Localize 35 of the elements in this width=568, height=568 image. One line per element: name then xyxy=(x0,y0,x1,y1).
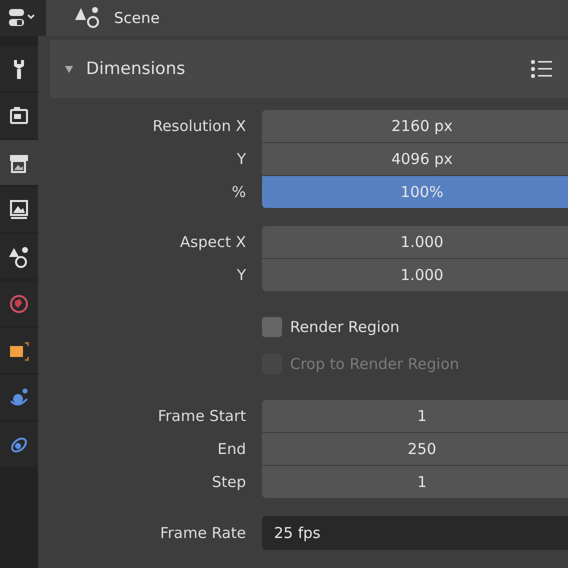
field-label: Y xyxy=(236,150,246,168)
panel-header[interactable]: Dimensions xyxy=(50,40,568,98)
checkbox[interactable] xyxy=(262,317,282,337)
field-label: Y xyxy=(236,266,246,284)
field-label: Frame Rate xyxy=(159,524,246,542)
number-field[interactable]: 1.000 xyxy=(262,226,568,258)
list-icon[interactable] xyxy=(530,59,554,79)
properties-tab[interactable] xyxy=(0,140,38,185)
number-field[interactable]: 4096 px xyxy=(262,143,568,175)
number-field[interactable]: 100% xyxy=(262,176,568,208)
field-label: Resolution X xyxy=(152,117,246,135)
number-field[interactable]: 1 xyxy=(262,400,568,432)
properties-tab[interactable] xyxy=(0,328,38,373)
dropdown-field[interactable]: 25 fps xyxy=(262,516,568,550)
properties-tab[interactable] xyxy=(0,234,38,279)
editor-type-button[interactable] xyxy=(0,0,46,36)
number-field[interactable]: 1 xyxy=(262,466,568,498)
properties-tab[interactable] xyxy=(0,93,38,138)
expand-triangle-icon xyxy=(64,64,74,74)
number-field[interactable]: 250 xyxy=(262,433,568,465)
field-label: Frame Start xyxy=(156,407,246,425)
properties-tab[interactable] xyxy=(0,187,38,232)
image-icon xyxy=(8,198,30,222)
properties-tab[interactable] xyxy=(0,46,38,91)
field-label: Aspect X xyxy=(179,233,246,251)
panel-title: Dimensions xyxy=(86,59,186,79)
field-label: % xyxy=(230,183,246,201)
field-label: End xyxy=(216,440,246,458)
number-field[interactable]: 2160 px xyxy=(262,110,568,142)
scene-icon xyxy=(8,244,30,268)
checkbox-label: Render Region xyxy=(290,318,400,336)
field-label: Step xyxy=(210,473,246,491)
scene-name: Scene xyxy=(114,9,160,27)
number-field[interactable]: 1.000 xyxy=(262,259,568,291)
checkbox-label: Crop to Render Region xyxy=(290,355,460,373)
